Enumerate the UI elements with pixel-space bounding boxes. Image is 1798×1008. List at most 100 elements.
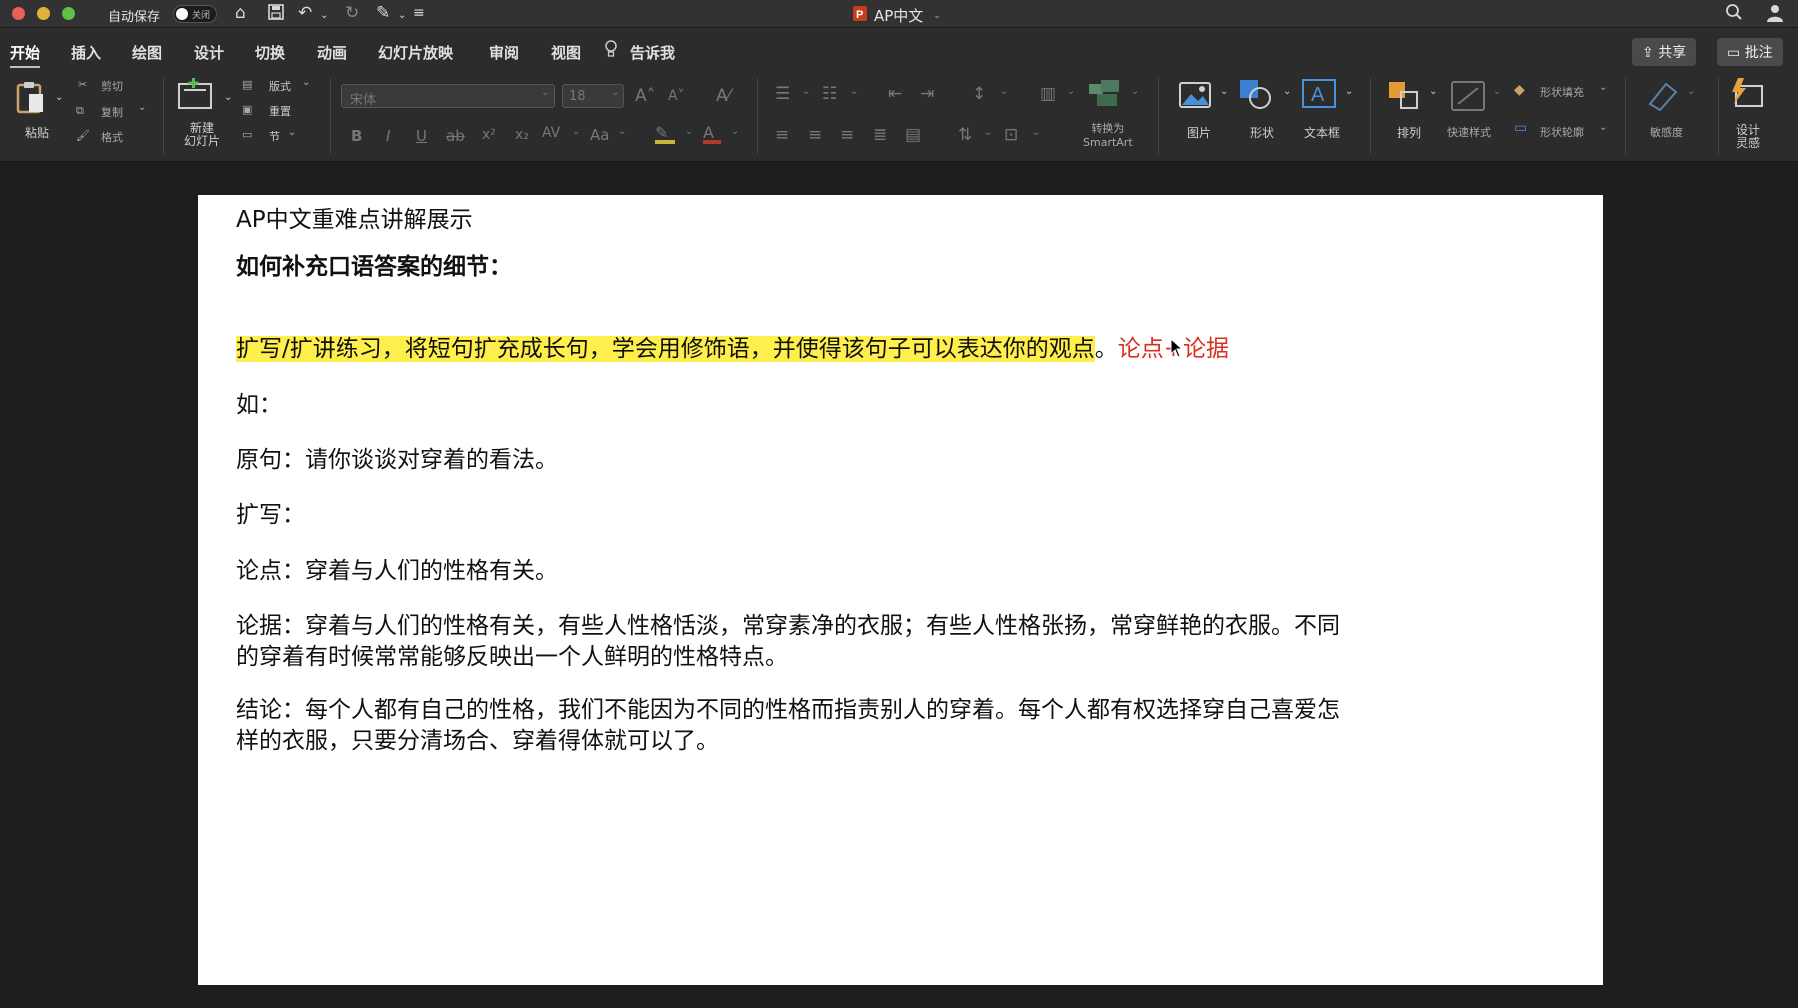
smartart-label[interactable]: 转换为 SmartArt (1083, 122, 1133, 150)
tab-view[interactable]: 视图 (551, 42, 581, 63)
title-dropdown-icon[interactable]: ⌄ (933, 6, 941, 26)
tab-home[interactable]: 开始 (10, 42, 41, 68)
align-text-dropdown-icon[interactable]: ⌄ (1032, 127, 1040, 138)
quick-styles-icon[interactable] (1450, 80, 1486, 116)
highlight-dropdown-icon[interactable]: ⌄ (685, 126, 693, 137)
minimize-window-button[interactable] (37, 7, 50, 20)
bullets-icon[interactable]: ☰ (775, 84, 790, 104)
tab-draw[interactable]: 绘图 (132, 42, 162, 63)
align-text-icon[interactable]: ⊡ (1004, 125, 1018, 145)
shape-fill-icon[interactable]: ◆ (1514, 82, 1525, 98)
bold-icon[interactable]: B (351, 127, 362, 145)
decrease-font-icon[interactable]: A˅ (668, 88, 685, 104)
underline-icon[interactable]: U (416, 127, 427, 145)
section-label[interactable]: 节 (269, 128, 280, 144)
arrange-icon[interactable] (1387, 80, 1421, 116)
textbox-label[interactable]: 文本框 (1304, 124, 1340, 141)
bullets-dropdown-icon[interactable]: ⌄ (802, 86, 810, 97)
section-icon[interactable]: ▭ (242, 128, 252, 141)
font-name-select[interactable]: 宋体 ⌄ (341, 84, 555, 108)
quick-styles-dropdown-icon[interactable]: ⌄ (1493, 86, 1501, 97)
sensitivity-icon[interactable] (1646, 80, 1680, 116)
maximize-window-button[interactable] (62, 7, 75, 20)
slide[interactable]: AP中文重难点讲解展示 如何补充口语答案的细节： 扩写/扩讲练习，将短句扩充成长… (198, 195, 1603, 985)
tab-transitions[interactable]: 切换 (255, 42, 285, 63)
evidence-line-1[interactable]: 论据：穿着与人们的性格有关，有些人性格恬淡，常穿素净的衣服；有些人性格张扬，常穿… (236, 611, 1340, 642)
text-direction-dropdown-icon[interactable]: ⌄ (984, 127, 992, 138)
line-spacing-icon[interactable]: ↕ (972, 84, 986, 104)
evidence-line-2[interactable]: 的穿着有时候常常能够反映出一个人鲜明的性格特点。 (236, 642, 788, 673)
undo-icon[interactable]: ↶ (298, 3, 312, 23)
edit-icon[interactable]: ✎ (376, 3, 390, 23)
close-window-button[interactable] (12, 7, 25, 20)
layout-dropdown-icon[interactable]: ⌄ (302, 77, 310, 88)
picture-dropdown-icon[interactable]: ⌄ (1220, 86, 1228, 97)
numbering-icon[interactable]: ☷ (822, 84, 837, 104)
align-left-icon[interactable]: ≡ (775, 125, 789, 145)
font-color-icon[interactable]: A (703, 123, 721, 144)
arrange-label[interactable]: 排列 (1397, 124, 1421, 141)
comments-button[interactable]: ▭ 批注 (1717, 38, 1783, 66)
tab-review[interactable]: 审阅 (489, 42, 519, 63)
change-case-dropdown-icon[interactable]: ⌄ (618, 126, 626, 137)
slide-title[interactable]: AP中文重难点讲解展示 (236, 205, 473, 236)
reset-label[interactable]: 重置 (269, 103, 291, 119)
paste-dropdown-icon[interactable]: ⌄ (55, 92, 63, 103)
cut-label[interactable]: 剪切 (101, 78, 123, 94)
increase-font-icon[interactable]: A˄ (635, 86, 655, 106)
distributed-icon[interactable]: ▤ (905, 125, 921, 145)
arrange-dropdown-icon[interactable]: ⌄ (1429, 86, 1437, 97)
quick-styles-label[interactable]: 快速样式 (1447, 124, 1491, 140)
strikethrough-icon[interactable]: ab (446, 127, 465, 145)
smartart-dropdown-icon[interactable]: ⌄ (1131, 86, 1139, 97)
highlighted-paragraph[interactable]: 扩写/扩讲练习，将短句扩充成长句，学会用修饰语，并使得该句子可以表达你的观点。论… (236, 334, 1229, 365)
argument-line[interactable]: 论点：穿着与人们的性格有关。 (236, 556, 558, 587)
increase-indent-icon[interactable]: ⇥ (920, 84, 934, 104)
copy-dropdown-icon[interactable]: ⌄ (138, 102, 146, 113)
tab-animations[interactable]: 动画 (317, 42, 347, 63)
conclusion-line-1[interactable]: 结论：每个人都有自己的性格，我们不能因为不同的性格而指责别人的穿着。每个人都有权… (236, 695, 1340, 726)
shape-dropdown-icon[interactable]: ⌄ (1283, 86, 1291, 97)
reset-icon[interactable]: ▣ (242, 103, 252, 116)
tab-tell-me[interactable]: 告诉我 (630, 42, 675, 63)
change-case-icon[interactable]: Aa (590, 126, 609, 144)
align-center-icon[interactable]: ≡ (808, 125, 822, 145)
new-slide-dropdown-icon[interactable]: ⌄ (224, 92, 232, 103)
subscript-icon[interactable]: x₂ (515, 127, 529, 143)
search-icon[interactable] (1725, 3, 1743, 26)
new-slide-icon[interactable] (176, 78, 216, 120)
designer-label[interactable]: 设计 灵感 (1736, 124, 1760, 150)
example-label[interactable]: 如： (236, 390, 282, 421)
format-painter-icon[interactable]: 🖌 (76, 129, 90, 142)
tab-insert[interactable]: 插入 (71, 42, 101, 63)
shape-fill-dropdown-icon[interactable]: ⌄ (1599, 82, 1607, 93)
character-spacing-dropdown-icon[interactable]: ⌄ (572, 126, 580, 137)
picture-label[interactable]: 图片 (1187, 124, 1211, 141)
line-spacing-dropdown-icon[interactable]: ⌄ (1000, 86, 1008, 97)
textbox-icon[interactable]: A (1301, 78, 1337, 114)
customize-toolbar-icon[interactable]: ≡ (413, 3, 425, 23)
shape-outline-dropdown-icon[interactable]: ⌄ (1599, 122, 1607, 133)
copy-icon[interactable]: ⧉ (76, 104, 84, 118)
textbox-dropdown-icon[interactable]: ⌄ (1345, 86, 1353, 97)
shape-icon[interactable] (1238, 78, 1274, 114)
tab-slideshow[interactable]: 幻灯片放映 (378, 42, 453, 63)
clear-formatting-icon[interactable]: A⁄ (716, 86, 730, 106)
columns-dropdown-icon[interactable]: ⌄ (1067, 86, 1075, 97)
cut-icon[interactable]: ✂ (78, 78, 87, 91)
smartart-icon[interactable] (1087, 78, 1123, 112)
columns-icon[interactable]: ▥ (1040, 84, 1056, 104)
section-dropdown-icon[interactable]: ⌄ (288, 127, 296, 138)
save-icon[interactable] (267, 3, 285, 26)
font-size-select[interactable]: 18 ⌄ (562, 84, 624, 108)
picture-icon[interactable] (1178, 80, 1212, 114)
format-painter-label[interactable]: 格式 (101, 129, 123, 145)
designer-icon[interactable] (1728, 76, 1766, 114)
conclusion-line-2[interactable]: 样的衣服，只要分清场合、穿着得体就可以了。 (236, 726, 719, 757)
highlight-color-icon[interactable]: ✎ (655, 123, 675, 144)
shape-fill-label[interactable]: 形状填充 (1540, 84, 1584, 100)
shape-outline-icon[interactable]: ▭ (1514, 120, 1527, 136)
character-spacing-icon[interactable]: AV (542, 125, 560, 141)
edit-dropdown-icon[interactable]: ⌄ (398, 6, 406, 26)
layout-label[interactable]: 版式 (269, 78, 291, 94)
